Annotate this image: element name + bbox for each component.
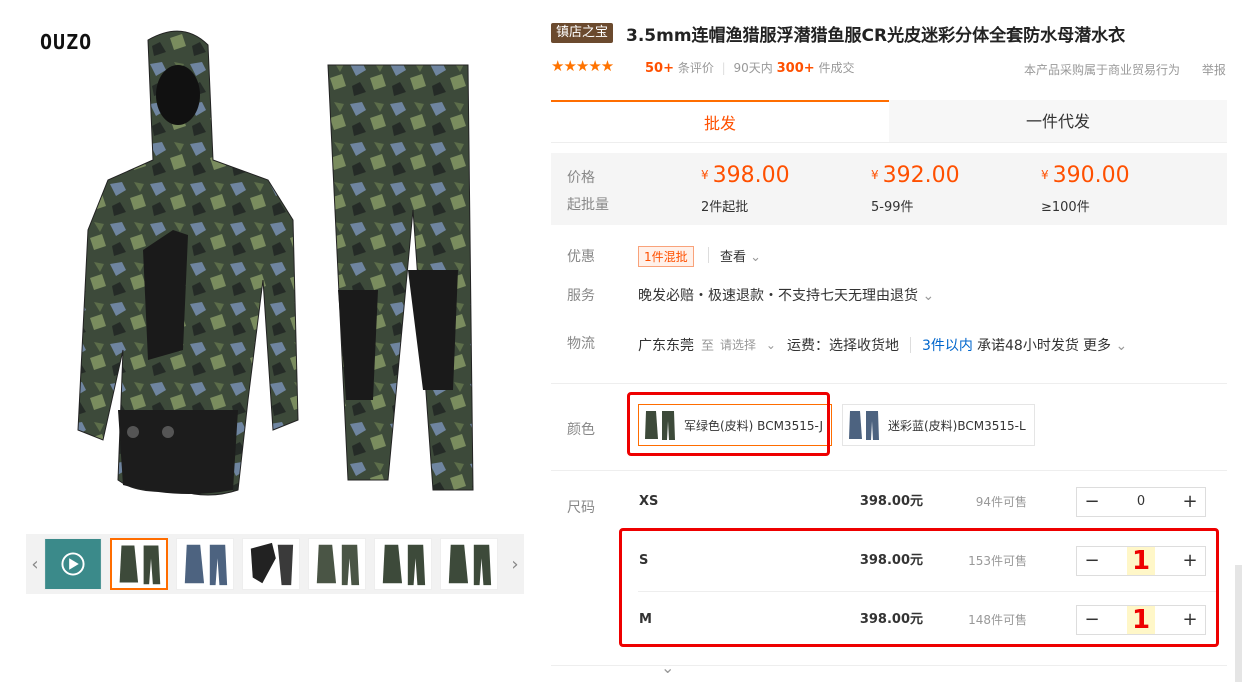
promo-tag: 1件混批 <box>638 246 694 267</box>
color-label: 颜色 <box>567 422 595 438</box>
ship-to-select[interactable]: 请选择 ⌄ <box>720 336 776 353</box>
size-price: 398.00元 <box>859 494 923 509</box>
service-label: 服务 <box>567 288 595 304</box>
thumbnail-5[interactable] <box>374 538 432 590</box>
price-table: 价格 起批量 ¥398.00 2件起批 ¥392.00 5-99件 ¥390.0… <box>551 153 1227 225</box>
size-row-xs: XS 398.00元 94件可售 − 0 + <box>551 473 1227 531</box>
thumbnail-prev-button[interactable]: ‹ <box>26 534 44 594</box>
page-scrollbar[interactable] <box>1235 565 1242 682</box>
ship-to-prefix: 至 <box>701 339 715 354</box>
thumbnail-video[interactable] <box>44 538 102 590</box>
color-option-label: 迷彩蓝(皮料)BCM3515-L <box>888 418 1026 433</box>
thumbnail-4[interactable] <box>308 538 366 590</box>
chevron-left-icon: ‹ <box>31 553 39 575</box>
promo-view-link[interactable]: 查看 ⌄ <box>720 246 761 265</box>
thumbnail-next-button[interactable]: › <box>506 534 524 594</box>
logistics-more-link[interactable]: 更多 ⌄ <box>1083 335 1127 355</box>
expand-sizes-chevron-down-icon[interactable]: ⌄ <box>661 658 674 677</box>
ship-time-highlight: 3件以内 <box>922 338 973 354</box>
freight-text: 运费：选择收货地 <box>787 338 899 354</box>
thumbnail-1[interactable] <box>110 538 168 590</box>
chevron-down-icon: ⌄ <box>1115 338 1128 354</box>
ship-from: 广东东莞 <box>638 338 694 354</box>
annotation-box-color <box>627 392 830 456</box>
report-link[interactable]: 举报 <box>1202 63 1226 77</box>
tab-dropship[interactable]: 一件代发 <box>889 100 1227 142</box>
chevron-down-icon: ⌄ <box>765 338 776 352</box>
size-name: XS <box>639 494 659 509</box>
price-tier-1: ¥398.00 <box>701 163 790 188</box>
price-tier-2: ¥392.00 <box>871 163 960 188</box>
thumbnail-6[interactable] <box>440 538 498 590</box>
brand-logo: OUZO <box>40 30 93 54</box>
logistics-divider <box>910 337 911 353</box>
tab-wholesale[interactable]: 批发 <box>551 100 889 142</box>
chevron-down-icon: ⌄ <box>922 288 935 304</box>
sales-count: 300+ <box>776 61 815 76</box>
color-option-camo-blue[interactable]: 迷彩蓝(皮料)BCM3515-L <box>842 404 1035 446</box>
product-main-image[interactable] <box>28 20 523 525</box>
promo-divider <box>708 247 709 263</box>
sales-prefix: 90天内 <box>733 61 773 75</box>
chevron-right-icon: › <box>511 553 519 575</box>
logistics-label: 物流 <box>567 336 595 352</box>
annotation-box-sizes <box>619 528 1219 647</box>
sales-suffix: 件成交 <box>818 61 855 75</box>
moq-label: 起批量 <box>567 197 609 213</box>
purchase-tabs: 批发 一件代发 <box>551 100 1227 143</box>
increment-button[interactable]: + <box>1175 488 1205 516</box>
price-label: 价格 <box>567 170 595 186</box>
review-summary: 50+ 条评价 | 90天内 300+ 件成交 <box>645 61 855 76</box>
wetsuit-illustration <box>77 30 474 496</box>
thumbnail-strip: ‹ › <box>26 534 524 594</box>
size-stock: 94件可售 <box>975 495 1027 509</box>
ship-time-text: 承诺48小时发货 <box>977 338 1079 354</box>
product-title: 3.5mm连帽渔猎服浮潜猎鱼服CR光皮迷彩分体全套防水母潜水衣 <box>626 26 1126 46</box>
swatch-camo-blue-icon <box>846 407 882 443</box>
trade-notice: 本产品采购属于商业贸易行为 <box>1024 63 1181 77</box>
review-count[interactable]: 50+ <box>645 61 674 76</box>
thumbnail-3[interactable] <box>242 538 300 590</box>
chevron-down-icon: ⌄ <box>750 250 762 265</box>
header-links: 本产品采购属于商业贸易行为 举报 <box>1024 61 1226 78</box>
quantity-stepper: − 0 + <box>1076 487 1206 517</box>
promo-label: 优惠 <box>567 249 595 265</box>
thumbnail-2[interactable] <box>176 538 234 590</box>
qty-tier-1: 2件起批 <box>701 200 749 215</box>
quantity-input[interactable]: 0 <box>1107 488 1175 516</box>
decrement-button[interactable]: − <box>1077 488 1107 516</box>
section-divider <box>551 665 1227 666</box>
price-tier-3: ¥390.00 <box>1041 163 1130 188</box>
review-label[interactable]: 条评价 <box>678 61 714 75</box>
qty-tier-2: 5-99件 <box>871 200 914 215</box>
rating-stars-icon: ★★★★★ <box>551 57 614 75</box>
section-divider <box>551 470 1227 471</box>
store-badge: 镇店之宝 <box>551 23 614 43</box>
service-text[interactable]: 晚发必赔・极速退款・不支持七天无理由退货 ⌄ <box>638 285 934 305</box>
section-divider <box>551 383 1227 384</box>
qty-tier-3: ≥100件 <box>1041 200 1090 215</box>
